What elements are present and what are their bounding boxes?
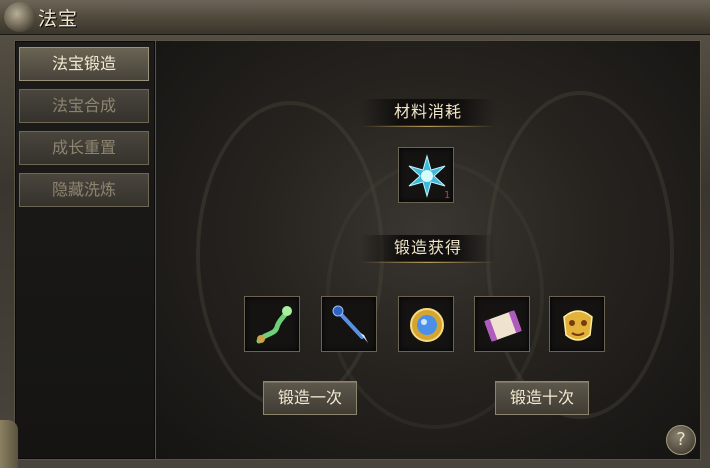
sidebar-item-growth-reset[interactable]: 成长重置 <box>19 131 149 165</box>
blue-spear-icon <box>332 305 368 343</box>
title-bar: 法宝 <box>0 0 710 35</box>
materials-label: 材料消耗 <box>393 102 462 121</box>
help-button[interactable]: ? <box>666 425 696 455</box>
material-slot[interactable]: 1 <box>398 147 454 203</box>
forge-once-button[interactable]: 锻造一次 <box>263 381 357 415</box>
sidebar-item-combine[interactable]: 法宝合成 <box>19 89 149 123</box>
sidebar: 法宝锻造 法宝合成 成长重置 隐藏洗炼 <box>14 40 156 460</box>
reward-slot[interactable] <box>321 296 377 352</box>
window-title: 法宝 <box>38 8 79 30</box>
corner-ornament <box>0 420 18 468</box>
rewards-header: 锻造获得 <box>361 233 495 263</box>
reward-slot[interactable] <box>398 296 454 352</box>
golden-mask-icon <box>563 310 593 341</box>
materials-header: 材料消耗 <box>361 97 495 127</box>
golden-orb-icon <box>410 308 444 342</box>
rewards-label: 锻造获得 <box>393 238 462 257</box>
reward-slot[interactable] <box>549 296 605 352</box>
reward-slot[interactable] <box>474 296 530 352</box>
dragon-ornament-icon <box>4 2 36 32</box>
material-count: 1 <box>443 190 450 201</box>
forge-ten-button[interactable]: 锻造十次 <box>495 381 589 415</box>
scroll-icon <box>484 310 522 342</box>
reward-slot[interactable] <box>244 296 300 352</box>
green-serpent-whip-icon <box>256 306 292 344</box>
forge-panel: 材料消耗 1 锻造获得 锻造一次 锻造十次 <box>155 40 701 460</box>
sidebar-item-forge[interactable]: 法宝锻造 <box>19 47 149 81</box>
sidebar-item-hidden-refine[interactable]: 隐藏洗炼 <box>19 173 149 207</box>
